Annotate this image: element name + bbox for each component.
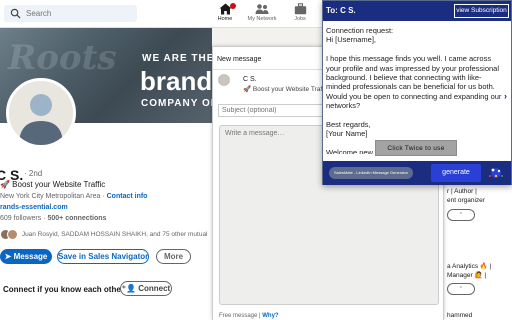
nav-my-network-label: My Network	[247, 16, 277, 22]
location-text: New York City Metropolitan Area	[0, 193, 101, 200]
rc-line-5: hammed	[447, 312, 473, 319]
mutual-connections[interactable]: Juan Rosyid, SADDAM HOSSAIN SHAIKH, and …	[0, 229, 208, 241]
connect-button[interactable]: ⁺👤 Connect	[120, 281, 172, 296]
rc-line-1: r | Author |	[447, 188, 477, 195]
banner-line-3: COMPANY OF THE F	[141, 98, 212, 109]
rc-line-3: a Analytics 🔥 |	[447, 263, 492, 270]
banner-logo-text: Roots	[8, 38, 117, 78]
compose-footer: Free message | Why?	[219, 313, 279, 319]
notification-dot	[230, 3, 236, 9]
send-icon: ➤	[4, 252, 14, 261]
popup-header: To: C S. view Subscription	[323, 1, 511, 21]
connect-prompt-text: Connect if you know each other	[3, 285, 124, 294]
popup-footer: SalesMate - LinkedIn Message Generator g…	[323, 161, 511, 185]
banner-line-2: brand	[140, 66, 212, 96]
nav-jobs[interactable]: Jobs	[280, 2, 320, 26]
person-placeholder-icon	[9, 81, 73, 145]
why-link[interactable]: Why?	[262, 313, 278, 319]
briefcase-icon	[294, 3, 306, 15]
mutual-avatar	[7, 229, 18, 240]
profile-location: New York City Metropolitan Area · Contac…	[0, 193, 147, 200]
message-button[interactable]: ➤ Message	[0, 249, 52, 264]
search-icon	[10, 8, 21, 19]
message-button-label: Message	[13, 252, 48, 261]
recipient-name: C S.	[243, 76, 257, 83]
people-also-viewed: r | Author | ent organizer ⁺ a Analytics…	[444, 185, 512, 320]
profile-card: Roots WE ARE THE brand COMPANY OF THE F …	[0, 28, 212, 320]
people-icon	[255, 4, 269, 14]
more-button[interactable]: More	[156, 249, 191, 264]
save-sales-navigator-button[interactable]: Save in Sales Navigator	[57, 249, 149, 264]
profile-headline: 🚀 Boost your Website Traffic	[0, 180, 106, 189]
search-box[interactable]	[4, 5, 137, 22]
search-input[interactable]	[26, 5, 134, 22]
extension-logo-icon	[485, 164, 507, 182]
mutual-connections-text: Juan Rosyid, SADDAM HOSSAIN SHAIKH, and …	[21, 231, 208, 238]
nav-home[interactable]: Home	[205, 2, 245, 26]
generated-message-text[interactable]: Connection request: Hi [Username], I hop…	[326, 26, 504, 154]
recipient-avatar	[218, 74, 230, 86]
free-message-text: Free message |	[219, 313, 263, 319]
rc-line-4: Manager 🙋 |	[447, 272, 487, 279]
contact-info-link[interactable]: Contact info	[107, 193, 148, 200]
nav-home-label: Home	[217, 16, 233, 22]
connections-count[interactable]: 500+ connections	[47, 215, 106, 222]
view-subscription-button[interactable]: view Subscription	[454, 4, 509, 18]
followers-count[interactable]: 609 followers	[0, 215, 41, 222]
rc-line-2: ent organizer	[447, 197, 485, 204]
website-link[interactable]: rands-essential.com	[0, 204, 68, 211]
compose-title: New message	[217, 56, 262, 63]
profile-avatar[interactable]	[6, 78, 76, 148]
chevron-right-icon[interactable]: ›	[504, 91, 507, 101]
recipient-headline: 🚀 Boost your Website Traffic	[243, 86, 329, 93]
add-person-icon: ⁺👤	[121, 284, 139, 293]
brand-pill: SalesMate - LinkedIn Message Generator	[329, 167, 413, 179]
rc-connect-button[interactable]: ⁺	[447, 209, 475, 221]
generate-button[interactable]: generate	[431, 164, 481, 182]
nav-jobs-label: Jobs	[294, 16, 306, 22]
message-generator-popup: To: C S. view Subscription Connection re…	[322, 0, 512, 185]
connect-prompt-box: Connect if you know each other ⁺👤 Connec…	[0, 275, 212, 305]
click-twice-tooltip[interactable]: Click Twice to use	[375, 140, 457, 156]
popup-recipient: To: C S.	[326, 6, 356, 15]
connection-degree: · 2nd	[24, 169, 43, 178]
nav-my-network[interactable]: My Network	[242, 2, 282, 26]
rc-connect-button[interactable]: ⁺	[447, 283, 475, 295]
profile-stats: 609 followers · 500+ connections	[0, 215, 106, 222]
connect-button-label: Connect	[138, 284, 171, 293]
banner-line-1: WE ARE THE	[142, 53, 212, 64]
